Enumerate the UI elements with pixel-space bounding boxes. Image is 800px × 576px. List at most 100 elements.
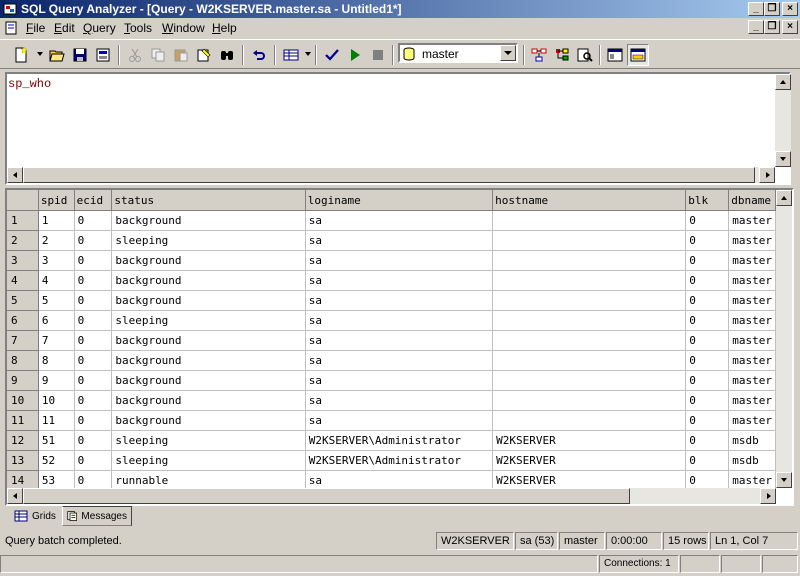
- execution-plan-icon[interactable]: [528, 44, 550, 66]
- scroll-left-icon[interactable]: [7, 167, 23, 183]
- cell-blk[interactable]: 0: [685, 370, 730, 391]
- cell-spid[interactable]: 5: [38, 290, 75, 311]
- cell-loginame[interactable]: sa: [305, 470, 494, 488]
- mdi-minimize-button[interactable]: _: [748, 20, 764, 34]
- cell-loginame[interactable]: sa: [305, 410, 494, 431]
- cell-spid[interactable]: 6: [38, 310, 75, 331]
- execute-query-icon[interactable]: [344, 44, 366, 66]
- cell-dbname[interactable]: master: [728, 250, 776, 271]
- grid-horizontal-scrollbar[interactable]: [7, 488, 776, 504]
- cell-ecid[interactable]: 0: [74, 230, 113, 251]
- cell-hostname[interactable]: [492, 290, 687, 311]
- load-template-icon[interactable]: [92, 44, 114, 66]
- cell-blk[interactable]: 0: [685, 290, 730, 311]
- cell-dbname[interactable]: msdb: [728, 430, 776, 451]
- editor-horizontal-scrollbar[interactable]: [7, 167, 775, 183]
- object-search-icon[interactable]: [574, 44, 596, 66]
- row-number[interactable]: 13: [7, 450, 39, 471]
- table-row[interactable]: 4 4 0 background sa 0 master: [7, 270, 776, 291]
- query-editor[interactable]: sp_who: [5, 72, 791, 185]
- cell-hostname[interactable]: [492, 390, 687, 411]
- table-row[interactable]: 9 9 0 background sa 0 master: [7, 370, 776, 391]
- cell-ecid[interactable]: 0: [74, 330, 113, 351]
- cell-ecid[interactable]: 0: [74, 290, 113, 311]
- cell-status[interactable]: background: [111, 290, 306, 311]
- cell-dbname[interactable]: master: [728, 350, 776, 371]
- cell-spid[interactable]: 9: [38, 370, 75, 391]
- cell-blk[interactable]: 0: [685, 350, 730, 371]
- cell-spid[interactable]: 7: [38, 330, 75, 351]
- row-number[interactable]: 1: [7, 210, 39, 231]
- cell-status[interactable]: runnable: [111, 470, 306, 488]
- column-header-dbname[interactable]: dbname: [728, 190, 776, 211]
- cell-spid[interactable]: 1: [38, 210, 75, 231]
- cell-spid[interactable]: 2: [38, 230, 75, 251]
- column-header-hostname[interactable]: hostname: [492, 190, 687, 211]
- scroll-thumb[interactable]: [23, 167, 755, 183]
- row-number[interactable]: 8: [7, 350, 39, 371]
- cell-dbname[interactable]: master: [728, 230, 776, 251]
- cell-ecid[interactable]: 0: [74, 430, 113, 451]
- minimize-button[interactable]: _: [748, 2, 764, 16]
- cell-status[interactable]: background: [111, 210, 306, 231]
- grid-corner[interactable]: [7, 190, 39, 211]
- cell-status[interactable]: background: [111, 350, 306, 371]
- cell-status[interactable]: background: [111, 410, 306, 431]
- cell-ecid[interactable]: 0: [74, 310, 113, 331]
- paste-icon[interactable]: [170, 44, 192, 66]
- row-number[interactable]: 4: [7, 270, 39, 291]
- mdi-close-button[interactable]: ×: [782, 20, 798, 34]
- save-icon[interactable]: [69, 44, 91, 66]
- cell-blk[interactable]: 0: [685, 250, 730, 271]
- show-results-pane-icon[interactable]: [627, 44, 649, 66]
- restore-button[interactable]: ❐: [764, 2, 780, 16]
- column-header-status[interactable]: status: [111, 190, 306, 211]
- cell-hostname[interactable]: [492, 210, 687, 231]
- cell-ecid[interactable]: 0: [74, 210, 113, 231]
- row-number[interactable]: 10: [7, 390, 39, 411]
- row-number[interactable]: 12: [7, 430, 39, 451]
- cell-status[interactable]: sleeping: [111, 450, 306, 471]
- column-header-loginame[interactable]: loginame: [305, 190, 494, 211]
- grid-vertical-scrollbar[interactable]: [776, 190, 792, 488]
- table-row[interactable]: 14 53 0 runnable sa W2KSERVER 0 master: [7, 470, 776, 488]
- cell-loginame[interactable]: sa: [305, 230, 494, 251]
- open-icon[interactable]: [46, 44, 68, 66]
- table-row[interactable]: 10 10 0 background sa 0 master: [7, 390, 776, 411]
- cell-hostname[interactable]: [492, 310, 687, 331]
- menu-file[interactable]: File: [26, 21, 45, 35]
- cell-status[interactable]: background: [111, 270, 306, 291]
- cell-spid[interactable]: 52: [38, 450, 75, 471]
- cell-hostname[interactable]: W2KSERVER: [492, 430, 687, 451]
- cell-blk[interactable]: 0: [685, 470, 730, 488]
- database-select[interactable]: master: [398, 43, 518, 63]
- cell-ecid[interactable]: 0: [74, 450, 113, 471]
- document-icon[interactable]: [4, 21, 18, 35]
- parse-query-icon[interactable]: [321, 44, 343, 66]
- scroll-up-icon[interactable]: [775, 74, 791, 90]
- mdi-restore-button[interactable]: ❐: [764, 20, 780, 34]
- tab-messages[interactable]: Messages: [62, 506, 132, 526]
- cell-ecid[interactable]: 0: [74, 350, 113, 371]
- scroll-thumb[interactable]: [23, 488, 630, 504]
- cell-dbname[interactable]: master: [728, 410, 776, 431]
- cell-dbname[interactable]: master: [728, 330, 776, 351]
- cell-loginame[interactable]: sa: [305, 250, 494, 271]
- column-header-ecid[interactable]: ecid: [74, 190, 113, 211]
- cell-status[interactable]: sleeping: [111, 430, 306, 451]
- close-button[interactable]: ×: [782, 2, 798, 16]
- menu-window[interactable]: Window: [162, 21, 205, 35]
- cell-spid[interactable]: 11: [38, 410, 75, 431]
- cell-dbname[interactable]: master: [728, 390, 776, 411]
- scroll-left-icon[interactable]: [7, 488, 23, 504]
- column-header-blk[interactable]: blk: [685, 190, 730, 211]
- row-number[interactable]: 11: [7, 410, 39, 431]
- cell-loginame[interactable]: W2KSERVER\Administrator: [305, 430, 494, 451]
- cell-status[interactable]: background: [111, 330, 306, 351]
- row-number[interactable]: 3: [7, 250, 39, 271]
- cell-blk[interactable]: 0: [685, 390, 730, 411]
- menu-edit[interactable]: Edit: [54, 21, 75, 35]
- cell-loginame[interactable]: sa: [305, 270, 494, 291]
- scroll-down-icon[interactable]: [775, 151, 791, 167]
- cell-loginame[interactable]: sa: [305, 330, 494, 351]
